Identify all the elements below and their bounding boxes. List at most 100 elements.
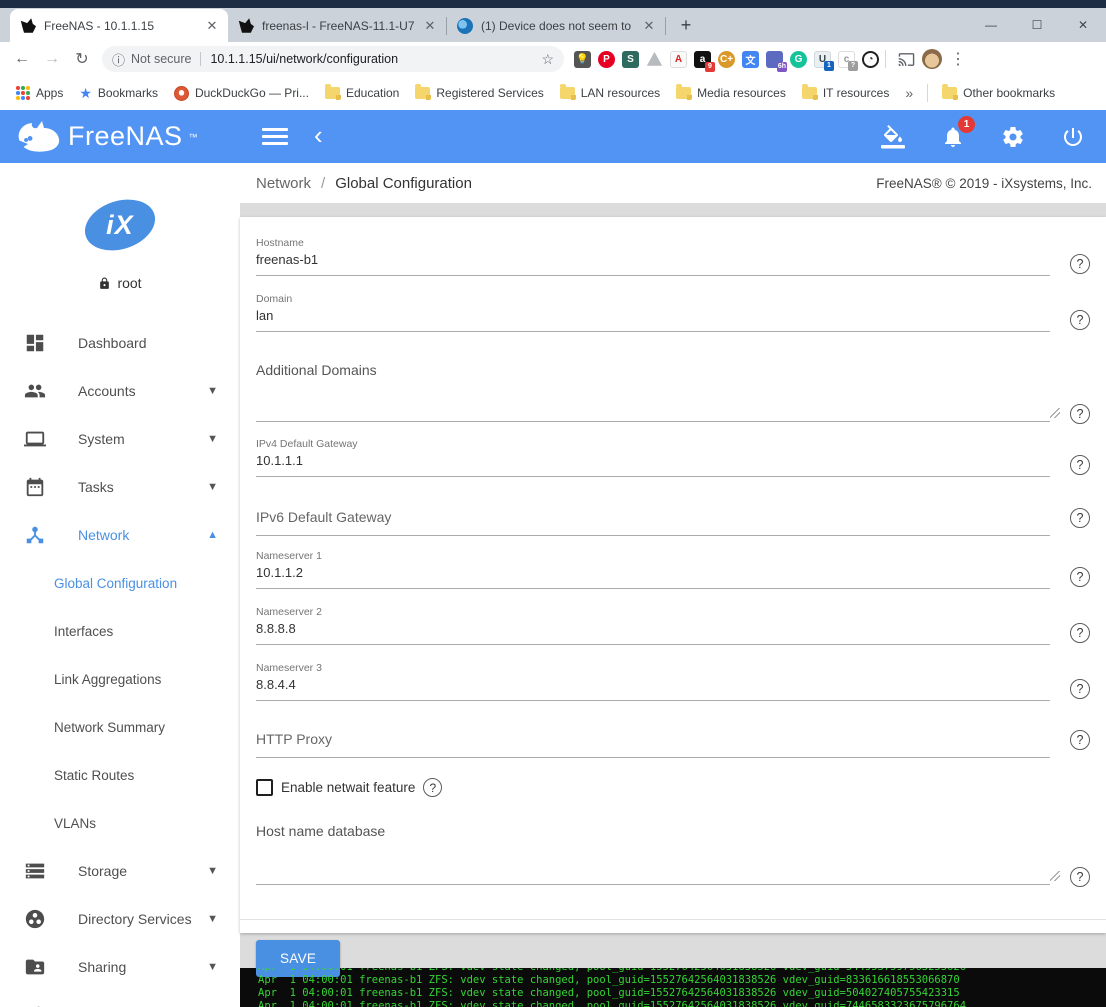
additional-domains-help-icon[interactable]: ? <box>1070 404 1090 424</box>
freenas-brand[interactable]: FreeNAS ™ <box>0 110 240 163</box>
nameserver1-help-icon[interactable]: ? <box>1070 567 1090 587</box>
http-proxy-input[interactable] <box>256 729 1050 758</box>
theme-paint-icon[interactable] <box>878 122 908 152</box>
shield-extension-icon[interactable]: U1 <box>814 50 834 71</box>
netwait-help-icon[interactable]: ? <box>423 778 443 797</box>
maximize-button[interactable]: ☐ <box>1014 8 1060 42</box>
bookmark-folder-it-resources[interactable]: IT resources <box>796 83 895 103</box>
tab-close-icon[interactable]: ✕ <box>641 18 657 34</box>
domain-help-icon[interactable]: ? <box>1070 310 1090 330</box>
back-icon[interactable]: ← <box>8 45 36 73</box>
sixh-extension-icon[interactable]: 6h <box>766 50 787 72</box>
hostname-input[interactable] <box>256 249 1050 276</box>
address-bar[interactable]: ⓘ Not secure 10.1.1.15/ui/network/config… <box>102 46 564 72</box>
bookmarks-shortcut[interactable]: ★ Bookmarks <box>73 82 164 105</box>
http-proxy-help-icon[interactable]: ? <box>1070 730 1090 750</box>
tab-device-forum[interactable]: (1) Device does not seem to be f ✕ <box>447 9 665 42</box>
sidebar-item-system[interactable]: System ▼ <box>0 415 240 463</box>
forward-icon[interactable]: → <box>38 45 66 73</box>
domain-input[interactable] <box>256 305 1050 332</box>
pdf-extension-icon[interactable]: A <box>670 50 687 68</box>
gold-c-extension-icon[interactable]: C+ <box>718 50 735 68</box>
sidebar-item-storage[interactable]: Storage ▼ <box>0 847 240 895</box>
bookmark-label: LAN resources <box>580 86 661 100</box>
amazon-extension-icon[interactable]: a9 <box>694 50 715 72</box>
bookmark-folder-education[interactable]: Education <box>319 83 405 103</box>
additional-domains-textarea[interactable] <box>256 390 1050 422</box>
bookmark-label: Other bookmarks <box>963 86 1056 100</box>
textarea-resize-handle[interactable] <box>1050 871 1060 881</box>
sidebar-item-label: Sharing <box>78 959 127 975</box>
translate-extension-icon[interactable]: 文 <box>742 50 759 68</box>
tab-close-icon[interactable]: ✕ <box>204 18 220 34</box>
nameserver3-input[interactable] <box>256 674 1050 701</box>
nameserver2-input[interactable] <box>256 618 1050 645</box>
bookmark-duckduckgo[interactable]: DuckDuckGo — Pri... <box>168 83 315 104</box>
collapse-chevron-icon[interactable]: ‹ <box>314 122 323 148</box>
ipv6-gateway-input[interactable] <box>256 507 1050 536</box>
sidebar-item-network[interactable]: Network ▲ <box>0 511 240 559</box>
settings-gear-icon[interactable] <box>998 122 1028 152</box>
console-footer[interactable]: Apr 1 04:00:01 freenas-b1 ZFS: vdev stat… <box>240 968 1106 1007</box>
sidenav-toggle-icon[interactable] <box>262 124 288 149</box>
console-log-line: Apr 1 04:00:01 freenas-b1 ZFS: vdev stat… <box>258 1000 967 1007</box>
notifications-bell-icon[interactable]: 1 <box>938 115 975 152</box>
hostname-help-icon[interactable]: ? <box>1070 254 1090 274</box>
bookmark-folder-registered-services[interactable]: Registered Services <box>409 83 549 103</box>
ipv4-gateway-help-icon[interactable]: ? <box>1070 455 1090 475</box>
apps-shortcut[interactable]: Apps <box>10 83 69 103</box>
lightbulb-extension-icon[interactable]: 💡 <box>574 50 591 68</box>
tab-close-icon[interactable]: ✕ <box>422 18 438 34</box>
nameserver2-help-icon[interactable]: ? <box>1070 623 1090 643</box>
power-icon[interactable] <box>1058 122 1088 152</box>
grammarly-extension-icon[interactable]: G <box>790 50 807 68</box>
gauge-extension-icon[interactable]: ◔ <box>862 50 879 68</box>
nameserver3-help-icon[interactable]: ? <box>1070 679 1090 699</box>
green-s-extension-icon[interactable]: S <box>622 50 639 68</box>
url-text[interactable]: 10.1.1.15/ui/network/configuration <box>210 52 541 66</box>
ipv6-gateway-help-icon[interactable]: ? <box>1070 508 1090 528</box>
ipv6-gateway-field: ? <box>256 507 1090 536</box>
breadcrumb-network[interactable]: Network <box>256 175 311 192</box>
drive-extension-icon[interactable] <box>646 51 663 66</box>
breadcrumb-current-page: Global Configuration <box>335 174 472 192</box>
sidebar-item-static-routes[interactable]: Static Routes <box>0 751 240 799</box>
browser-menu-icon[interactable]: ⋮ <box>944 45 972 73</box>
info-icon[interactable]: ⓘ <box>112 50 125 69</box>
bookmarks-overflow-icon[interactable]: » <box>899 85 919 101</box>
other-bookmarks-folder[interactable]: Other bookmarks <box>936 83 1061 103</box>
bookmark-folder-media-resources[interactable]: Media resources <box>670 83 792 103</box>
hostname-database-textarea[interactable] <box>256 853 1050 885</box>
sidebar-item-services[interactable]: Services <box>0 991 240 1007</box>
close-button[interactable]: ✕ <box>1060 8 1106 42</box>
sidebar-item-network-summary[interactable]: Network Summary <box>0 703 240 751</box>
bookmark-folder-lan-resources[interactable]: LAN resources <box>554 83 666 103</box>
sidebar-item-directory-services[interactable]: Directory Services ▼ <box>0 895 240 943</box>
reload-icon[interactable]: ↻ <box>68 45 96 73</box>
nameserver1-input[interactable] <box>256 562 1050 589</box>
sidebar-item-sharing[interactable]: Sharing ▼ <box>0 943 240 991</box>
netwait-checkbox[interactable] <box>256 779 273 796</box>
textarea-resize-handle[interactable] <box>1050 408 1060 418</box>
pinterest-extension-icon[interactable]: P <box>598 50 615 68</box>
new-tab-button[interactable]: + <box>672 11 700 39</box>
apps-label: Apps <box>36 86 64 100</box>
misc-extension-icon[interactable]: c? <box>838 50 858 71</box>
hostname-database-help-icon[interactable]: ? <box>1070 867 1090 887</box>
tab-freenas[interactable]: FreeNAS - 10.1.1.15 ✕ <box>10 9 228 42</box>
minimize-button[interactable]: — <box>968 8 1014 42</box>
sidebar-item-interfaces[interactable]: Interfaces <box>0 607 240 655</box>
ipv4-gateway-input[interactable] <box>256 450 1050 477</box>
sidebar-item-global-configuration[interactable]: Global Configuration <box>0 559 240 607</box>
sidebar-item-link-aggregations[interactable]: Link Aggregations <box>0 655 240 703</box>
additional-domains-field: Additional Domains ? <box>256 362 1090 424</box>
sidebar-item-dashboard[interactable]: Dashboard <box>0 319 240 367</box>
sidebar-item-vlans[interactable]: VLANs <box>0 799 240 847</box>
sidebar-item-tasks[interactable]: Tasks ▼ <box>0 463 240 511</box>
profile-avatar[interactable] <box>922 49 942 69</box>
apps-grid-icon <box>16 86 30 100</box>
sidebar-item-accounts[interactable]: Accounts ▼ <box>0 367 240 415</box>
bookmark-star-icon[interactable]: ☆ <box>541 51 554 68</box>
tab-freenas-l[interactable]: freenas-l - FreeNAS-11.1-U7 (b4 ✕ <box>228 9 446 42</box>
cast-icon[interactable] <box>892 45 920 73</box>
